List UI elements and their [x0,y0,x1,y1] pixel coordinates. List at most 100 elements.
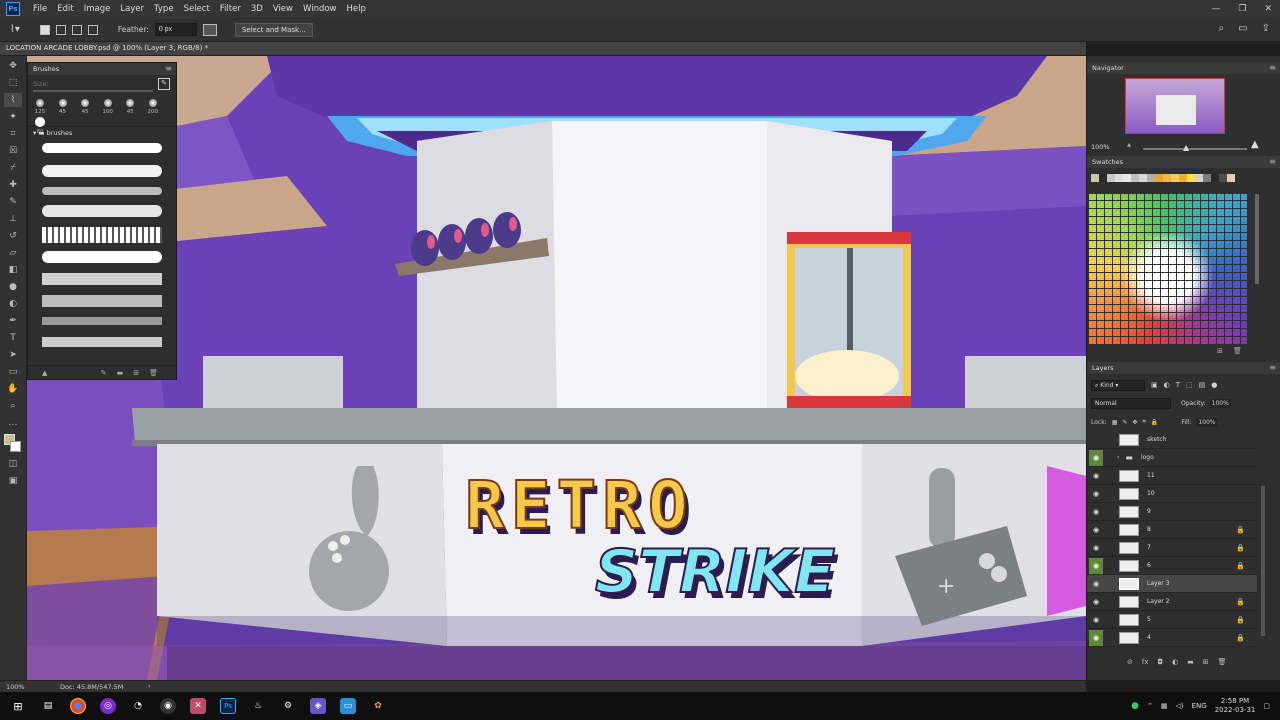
anti-alias-icon[interactable] [202,23,217,36]
screen-recorder-icon[interactable]: ◉ [160,698,176,714]
brush-stroke-preview[interactable] [42,187,162,195]
lasso-tool-icon[interactable]: ⌇ [4,93,22,107]
brush-stroke-preview[interactable] [42,165,162,177]
eye-icon[interactable]: ◉ [1089,522,1103,538]
zoom-slider-handle[interactable]: ▲ [1183,143,1189,152]
history-brush-tool-icon[interactable]: ↺ [4,229,22,243]
minimize-icon[interactable]: — [1211,4,1220,14]
obs-icon[interactable]: ◎ [100,698,116,714]
document-canvas[interactable]: + RETRO RETRO STRIKE STRIKE [27,56,1086,680]
menu-3d[interactable]: 3D [246,4,268,14]
new-group-icon[interactable]: ▬ [1187,658,1194,666]
brush-stroke-preview[interactable] [42,143,162,153]
marquee-tool-icon[interactable]: ⬚ [4,76,22,90]
panel-menu-icon[interactable]: ≡ [1269,157,1276,166]
eye-icon[interactable]: ◉ [1089,629,1103,646]
panel-menu-icon[interactable]: ≡ [1269,363,1276,372]
menu-window[interactable]: Window [298,4,342,14]
swatch[interactable] [1187,174,1195,182]
swatch[interactable] [1227,174,1235,182]
frame-tool-icon[interactable]: ☒ [4,144,22,158]
app-icon[interactable]: ✕ [190,698,206,714]
app-icon[interactable]: ◈ [310,698,326,714]
adjustment-layer-icon[interactable]: ◐ [1172,658,1178,666]
layer-row[interactable]: ◉ 6 🔒 [1087,557,1257,575]
network-icon[interactable]: ▦ [1161,702,1168,710]
photoshop-taskbar-icon[interactable]: Ps [220,698,236,714]
swatch[interactable] [1163,174,1171,182]
layers-scrollbar[interactable] [1261,486,1265,636]
feather-input[interactable] [154,23,197,36]
app-icon[interactable]: ✿ [370,698,386,714]
menu-image[interactable]: Image [79,4,116,14]
layers-header[interactable]: Layers ≡ [1087,362,1280,374]
menu-edit[interactable]: Edit [52,4,78,14]
layer-row[interactable]: ◉ 11 [1087,467,1257,485]
layer-group-row[interactable]: ◉ › ▬ logo [1087,449,1257,467]
filter-pixel-icon[interactable]: ▣ [1151,381,1158,389]
notifications-icon[interactable]: ▢ [1263,702,1270,710]
brush-tip[interactable]: 45 [53,99,73,115]
eye-icon[interactable]: ◉ [1089,504,1103,520]
type-tool-icon[interactable]: T [4,331,22,345]
brush-stroke-preview[interactable] [42,273,162,285]
delete-icon[interactable]: 🗑 [149,369,158,377]
zoom-tool-icon[interactable]: ⌕ [4,399,22,413]
eyedropper-tool-icon[interactable]: ⌿ [4,161,22,175]
zoom-out-icon[interactable]: ▴ [1127,140,1131,149]
swatch[interactable] [1131,174,1139,182]
color-swatches[interactable] [4,434,22,454]
intersect-selection-icon[interactable] [87,24,98,35]
workspace-icon[interactable]: ▭ [1238,23,1247,34]
status-zoom[interactable]: 100% [6,683,25,691]
brush-folder-row[interactable]: ▾ ▬ brushes [28,127,176,139]
lock-artboard-icon[interactable]: ⌗ [1142,418,1145,426]
menu-view[interactable]: View [268,4,298,14]
lock-transparent-icon[interactable]: ▦ [1112,419,1118,426]
swatch[interactable] [1155,174,1163,182]
menu-type[interactable]: Type [149,4,179,14]
opacity-value[interactable]: 100% [1209,399,1231,408]
lock-all-icon[interactable]: 🔒 [1151,419,1158,426]
navigator-header[interactable]: Navigator ≡ [1087,62,1280,74]
swatches-scrollbar[interactable] [1255,194,1259,284]
crop-tool-icon[interactable]: ⌗ [4,127,22,141]
brush-tip[interactable]: 45 [75,99,95,115]
swatch[interactable] [1203,174,1211,182]
eye-icon[interactable]: ◉ [1089,486,1103,502]
healing-brush-tool-icon[interactable]: ✚ [4,178,22,192]
swatch[interactable] [1107,174,1115,182]
swatch[interactable] [1211,174,1219,182]
eye-icon[interactable]: ◉ [1089,594,1103,610]
app-icon[interactable]: ▭ [340,698,356,714]
move-tool-icon[interactable]: ✥ [4,59,22,73]
task-view-icon[interactable]: ▤ [40,698,56,714]
eye-icon[interactable]: ◉ [1089,449,1103,466]
brush-preview-toggle-icon[interactable]: ▲ [42,369,47,377]
layer-row[interactable]: ◉ 8 🔒 [1087,521,1257,539]
new-group-icon[interactable]: ▬ [117,369,124,377]
filter-adjustment-icon[interactable]: ◐ [1164,381,1170,389]
status-dot-icon[interactable]: ● [1131,701,1139,711]
swatch[interactable] [1115,174,1123,182]
new-layer-icon[interactable]: ⊞ [1203,658,1209,666]
brush-tool-icon[interactable]: ✎ [4,195,22,209]
brush-tip[interactable]: 200 [143,99,163,115]
menu-help[interactable]: Help [342,4,371,14]
layer-row[interactable]: ◉ 10 [1087,485,1257,503]
windows-start-icon[interactable]: ⊞ [10,698,26,714]
navigator-preview[interactable] [1125,78,1225,134]
new-brush-icon[interactable]: ⊞ [133,369,139,377]
swatch[interactable] [1219,174,1227,182]
tray-chevron-icon[interactable]: ⌃ [1147,702,1153,710]
layer-row-selected[interactable]: ◉ Layer 3 [1087,575,1257,593]
screen-mode-icon[interactable]: ▣ [4,474,22,488]
layer-row[interactable]: ◉ 9 [1087,503,1257,521]
more-tools-icon[interactable]: … [4,416,22,430]
pen-tool-icon[interactable]: ✒ [4,314,22,328]
new-swatch-icon[interactable]: ⊞ [1217,347,1223,355]
brush-tool-icon[interactable]: ✎ [101,369,107,377]
layer-row[interactable]: ◉ 4 🔒 [1087,629,1257,647]
brush-stroke-preview[interactable] [42,295,162,307]
magic-wand-tool-icon[interactable]: ✦ [4,110,22,124]
